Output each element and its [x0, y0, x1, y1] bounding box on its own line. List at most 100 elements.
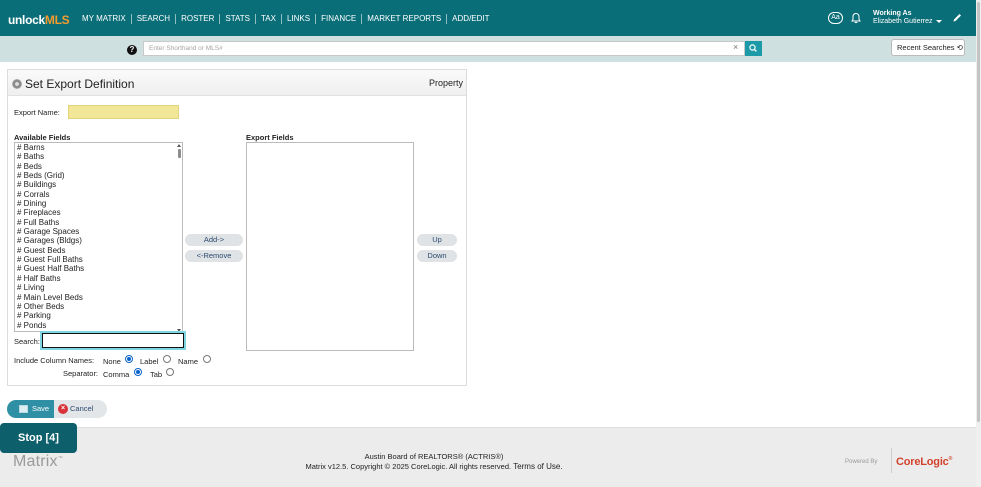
list-item[interactable]: # Parking — [15, 311, 182, 320]
logo-main: unlock — [8, 13, 45, 27]
available-fields-items: # Barns # Baths # Beds # Beds (Grid) # B… — [15, 143, 182, 330]
move-down-button[interactable]: Down — [417, 250, 457, 262]
separator-comma-label: Comma — [103, 370, 130, 379]
separator-tab-label: Tab — [150, 370, 163, 379]
list-item[interactable]: # Guest Beds — [15, 246, 182, 255]
top-nav-bar: unlockMLS MY MATRIX SEARCH ROSTER STATS … — [0, 0, 976, 36]
nav-add-edit[interactable]: ADD/EDIT — [446, 14, 494, 24]
save-label: Save — [32, 404, 50, 413]
list-item[interactable]: # Guest Full Baths — [15, 255, 182, 264]
nav-links[interactable]: LINKS — [280, 14, 315, 24]
corelogic-logo[interactable]: CoreLogic® — [896, 456, 952, 468]
corelogic-text: CoreLogic — [896, 456, 949, 468]
nav-tax[interactable]: TAX — [255, 14, 281, 24]
list-item[interactable]: # Ponds — [15, 321, 182, 330]
save-button[interactable]: Save — [7, 400, 54, 418]
list-item[interactable]: # Buildings — [15, 180, 182, 189]
logo-accent: MLS — [44, 13, 70, 27]
recent-searches-button[interactable]: Recent Searches ⟲ — [891, 39, 965, 56]
list-item[interactable]: # Barns — [15, 143, 182, 152]
page-scroll-thumb[interactable] — [977, 2, 980, 422]
page-scrollbar[interactable] — [976, 0, 981, 487]
include-column-names-label: Include Column Names: — [14, 356, 95, 365]
available-fields-label: Available Fields — [14, 133, 71, 142]
list-item[interactable]: # Garages (Bldgs) — [15, 236, 182, 245]
export-fields-label: Export Fields — [246, 133, 294, 142]
scroll-thumb[interactable] — [178, 149, 181, 158]
field-search-input[interactable] — [42, 333, 184, 348]
separator-tab-radio[interactable] — [166, 368, 174, 376]
nav-market-reports[interactable]: MARKET REPORTS — [361, 14, 446, 24]
help-icon[interactable]: ? — [127, 45, 137, 55]
logo-divider — [891, 448, 892, 473]
quick-search-bar: ? × Recent Searches ⟲ — [0, 36, 976, 62]
list-item[interactable]: # Garage Spaces — [15, 227, 182, 236]
search-icon — [749, 44, 757, 52]
bell-icon[interactable] — [850, 12, 862, 24]
list-item[interactable]: # Fireplaces — [15, 208, 182, 217]
list-item[interactable]: # Baths — [15, 152, 182, 161]
scroll-down-arrow-icon[interactable] — [177, 329, 181, 331]
cancel-button[interactable]: × Cancel — [54, 400, 107, 418]
shorthand-search-input[interactable] — [143, 41, 745, 56]
gear-icon — [12, 79, 22, 89]
nav-finance[interactable]: FINANCE — [315, 14, 361, 24]
user-menu[interactable]: Elizabeth Gutierrez — [873, 18, 942, 25]
separator-comma-radio[interactable] — [134, 368, 142, 376]
column-name-label: Name — [178, 357, 199, 366]
panel-title: Set Export Definition — [25, 77, 135, 91]
user-name: Elizabeth Gutierrez — [873, 18, 933, 25]
list-item[interactable]: # Full Baths — [15, 218, 182, 227]
footer-copyright: Matrix v12.5. Copyright © 2025 CoreLogic… — [305, 462, 512, 471]
remove-field-button[interactable]: <-Remove — [185, 250, 243, 262]
nav-my-matrix[interactable]: MY MATRIX — [82, 14, 131, 24]
list-item[interactable]: # Guest Half Baths — [15, 264, 182, 273]
list-item[interactable]: # Dining — [15, 199, 182, 208]
export-name-input[interactable] — [68, 105, 179, 119]
column-none-label: None — [103, 357, 121, 366]
export-fields-list[interactable] — [246, 142, 414, 351]
font-size-button[interactable]: Aa — [828, 12, 843, 24]
chevron-down-icon — [935, 19, 942, 23]
nav-search[interactable]: SEARCH — [130, 14, 175, 24]
scroll-up-arrow-icon[interactable] — [177, 144, 181, 147]
list-item[interactable]: # Beds — [15, 162, 182, 171]
fields-scrollbar[interactable] — [176, 143, 182, 331]
add-field-button[interactable]: Add-> — [185, 234, 243, 246]
working-as-label: Working As — [873, 10, 912, 17]
export-name-label: Export Name: — [14, 108, 60, 117]
list-item[interactable]: # Corrals — [15, 190, 182, 199]
column-none-radio[interactable] — [125, 355, 133, 363]
list-item[interactable]: # Beds (Grid) — [15, 171, 182, 180]
footer-organization: Austin Board of REALTORS® (ACTRIS®) — [364, 452, 504, 461]
footer-copyright-line: Matrix v12.5. Copyright © 2025 CoreLogic… — [0, 462, 868, 471]
cancel-label: Cancel — [70, 404, 94, 413]
move-up-button[interactable]: Up — [417, 234, 457, 246]
property-class-label: Property — [428, 78, 463, 88]
separator-label: Separator: — [63, 369, 99, 378]
pencil-icon[interactable] — [951, 12, 963, 24]
terms-of-use-link[interactable]: Terms of Use. — [513, 462, 562, 471]
save-icon — [19, 405, 28, 413]
nav-stats[interactable]: STATS — [219, 14, 255, 24]
clear-icon[interactable]: × — [733, 42, 738, 52]
search-button[interactable] — [745, 41, 762, 56]
history-icon: ⟲ — [956, 43, 963, 52]
main-nav: MY MATRIX SEARCH ROSTER STATS TAX LINKS … — [82, 14, 495, 24]
column-name-radio[interactable] — [203, 355, 211, 363]
nav-roster[interactable]: ROSTER — [175, 14, 219, 24]
unlock-mls-logo[interactable]: unlockMLS — [8, 13, 70, 27]
page-footer: Matrix™ Austin Board of REALTORS® (ACTRI… — [0, 427, 976, 487]
available-fields-list[interactable]: # Barns # Baths # Beds # Beds (Grid) # B… — [14, 142, 183, 332]
cancel-icon: × — [58, 404, 68, 414]
column-label-radio[interactable] — [163, 355, 171, 363]
powered-by-label: Powered By — [845, 459, 878, 465]
list-item[interactable]: # Living — [15, 283, 182, 292]
recent-searches-label: Recent Searches — [897, 43, 955, 52]
list-item[interactable]: # Main Level Beds — [15, 293, 182, 302]
list-item[interactable]: # Half Baths — [15, 274, 182, 283]
corelogic-tm: ® — [948, 456, 953, 462]
stop-button[interactable]: Stop [4] — [0, 423, 77, 453]
panel-header: Set Export Definition Property — [8, 70, 466, 96]
list-item[interactable]: # Other Beds — [15, 302, 182, 311]
